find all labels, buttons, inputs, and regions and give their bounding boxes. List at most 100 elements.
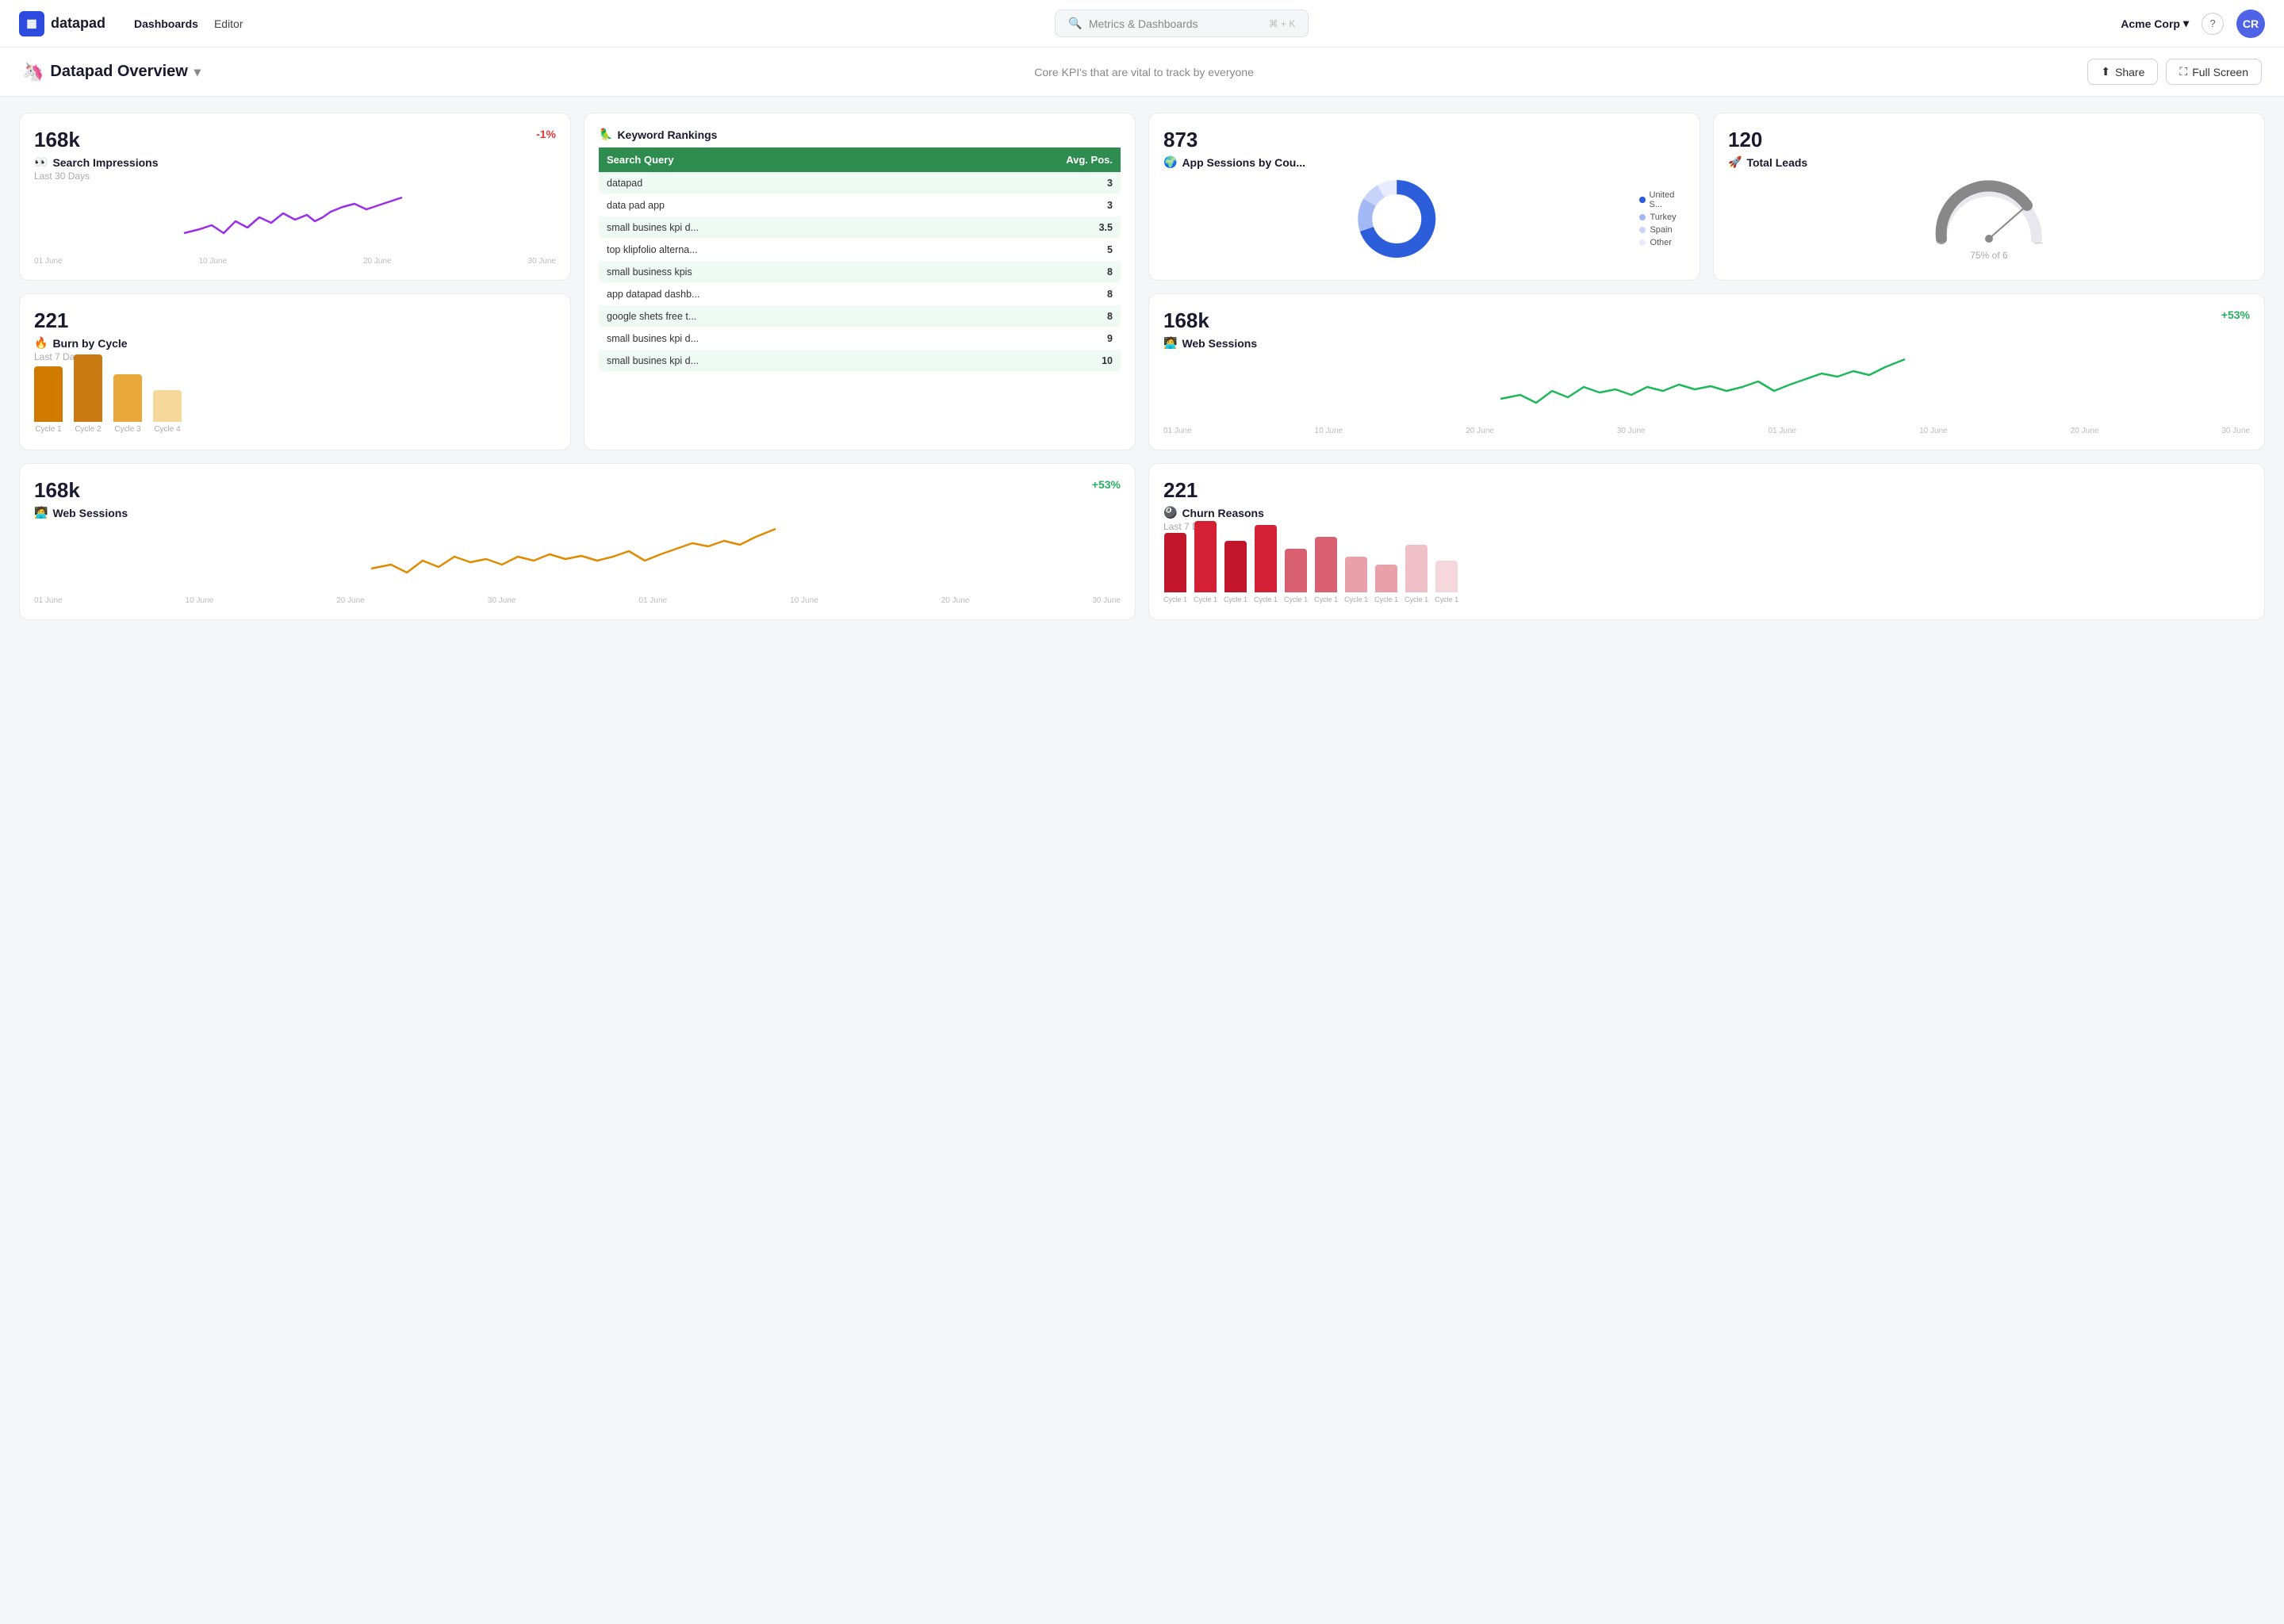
search-impressions-badge: -1% bbox=[536, 128, 556, 140]
legend-item: United S... bbox=[1639, 190, 1685, 209]
bar-label: Cycle 3 bbox=[114, 425, 140, 434]
legend-dot bbox=[1639, 197, 1645, 203]
app-sessions-card: 873 🌍 App Sessions by Cou... United S...… bbox=[1148, 113, 1700, 281]
search-impressions-emoji: 👀 bbox=[34, 155, 48, 169]
axis-label: 10 June bbox=[1919, 427, 1948, 435]
churn-bar bbox=[1164, 533, 1186, 592]
search-container: 🔍 Metrics & Dashboards ⌘ + K bbox=[263, 10, 2102, 37]
gauge-wrap: — — 75% of 6 bbox=[1728, 175, 2250, 261]
avatar[interactable]: CR bbox=[2236, 10, 2265, 38]
kw-pos: 3.5 bbox=[930, 216, 1121, 239]
svg-text:—: — bbox=[1937, 239, 1945, 247]
table-row: small busines kpi d...3.5 bbox=[599, 216, 1121, 239]
bar bbox=[153, 390, 182, 422]
donut-chart-wrap: United S...TurkeySpainOther bbox=[1163, 175, 1685, 262]
app-sessions-emoji: 🌍 bbox=[1163, 155, 1177, 169]
burn-cycle-metric: 221 bbox=[34, 308, 68, 332]
logo-icon: ▦ bbox=[19, 11, 44, 36]
nav-links: Dashboards Editor bbox=[134, 14, 243, 33]
search-impressions-card: 168k -1% 👀 Search Impressions Last 30 Da… bbox=[19, 113, 571, 281]
kw-pos: 10 bbox=[930, 350, 1121, 372]
toolbar: 🦄 Datapad Overview ▾ Core KPI's that are… bbox=[0, 48, 2284, 97]
donut-legend: United S...TurkeySpainOther bbox=[1639, 190, 1685, 247]
dashboard-subtitle: Core KPI's that are vital to track by ev… bbox=[213, 66, 2075, 79]
company-selector[interactable]: Acme Corp ▾ bbox=[2121, 17, 2189, 30]
churn-reasons-chart: Cycle 1Cycle 1Cycle 1Cycle 1Cycle 1Cycle… bbox=[1163, 540, 2250, 603]
legend-item: Other bbox=[1639, 238, 1685, 247]
search-box[interactable]: 🔍 Metrics & Dashboards ⌘ + K bbox=[1055, 10, 1309, 37]
kw-query: top klipfolio alterna... bbox=[599, 239, 930, 261]
kw-query: datapad bbox=[599, 172, 930, 194]
axis-label: 01 June bbox=[1769, 427, 1797, 435]
fullscreen-label: Full Screen bbox=[2192, 66, 2248, 79]
churn-bar bbox=[1315, 537, 1337, 592]
kw-query: app datapad dashb... bbox=[599, 283, 930, 305]
search-placeholder: Metrics & Dashboards bbox=[1089, 17, 1198, 30]
logo-text: datapad bbox=[51, 15, 105, 32]
churn-bar-label: Cycle 1 bbox=[1344, 596, 1368, 603]
churn-reasons-card: 221 🎱 Churn Reasons Last 7 Days Cycle 1C… bbox=[1148, 463, 2265, 620]
legend-dot bbox=[1639, 239, 1646, 246]
kw-query: small busines kpi d... bbox=[599, 216, 930, 239]
web-sessions-top-title-text: Web Sessions bbox=[1182, 337, 1257, 350]
navbar: ▦ datapad Dashboards Editor 🔍 Metrics & … bbox=[0, 0, 2284, 48]
legend-label: Spain bbox=[1650, 225, 1672, 235]
bar bbox=[113, 374, 142, 422]
churn-bar-col: Cycle 1 bbox=[1194, 521, 1217, 603]
table-row: top klipfolio alterna...5 bbox=[599, 239, 1121, 261]
axis-label: 30 June bbox=[1092, 596, 1121, 605]
web-sessions-top-card: 168k +53% 🧑‍💻 Web Sessions 01 June 10 Ju… bbox=[1148, 293, 2265, 450]
share-label: Share bbox=[2115, 66, 2144, 79]
dashboard-grid: 168k -1% 👀 Search Impressions Last 30 Da… bbox=[0, 97, 2284, 636]
kw-pos: 8 bbox=[930, 283, 1121, 305]
kw-pos: 8 bbox=[930, 305, 1121, 327]
churn-bar-label: Cycle 1 bbox=[1163, 596, 1187, 603]
churn-bar-label: Cycle 1 bbox=[1194, 596, 1217, 603]
churn-bar-col: Cycle 1 bbox=[1314, 537, 1338, 603]
table-row: small busines kpi d...10 bbox=[599, 350, 1121, 372]
chevron-icon[interactable]: ▾ bbox=[194, 64, 201, 80]
help-button[interactable]: ? bbox=[2202, 13, 2224, 35]
web-sessions-bottom-title: 🧑‍💻 Web Sessions bbox=[34, 506, 1121, 519]
kw-query: small busines kpi d... bbox=[599, 327, 930, 350]
search-impressions-title-text: Search Impressions bbox=[52, 156, 158, 169]
axis-label: 10 June bbox=[198, 257, 227, 266]
legend-dot bbox=[1639, 214, 1646, 220]
logo[interactable]: ▦ datapad bbox=[19, 11, 105, 36]
share-icon: ⬆ bbox=[2101, 65, 2110, 79]
kw-query: google shets free t... bbox=[599, 305, 930, 327]
churn-bar bbox=[1194, 521, 1217, 592]
axis-label: 10 June bbox=[1315, 427, 1343, 435]
churn-reasons-emoji: 🎱 bbox=[1163, 506, 1177, 519]
churn-bar-label: Cycle 1 bbox=[1435, 596, 1458, 603]
axis-label: 01 June bbox=[1163, 427, 1192, 435]
churn-bar-col: Cycle 1 bbox=[1284, 549, 1308, 603]
nav-dashboards[interactable]: Dashboards bbox=[134, 14, 198, 33]
total-leads-card: 120 🚀 Total Leads — — 75% of 6 bbox=[1713, 113, 2265, 281]
gauge-label: 75% of 6 bbox=[1970, 250, 2007, 261]
axis-label: 01 June bbox=[639, 596, 668, 605]
churn-reasons-title: 🎱 Churn Reasons bbox=[1163, 506, 2250, 519]
burn-cycle-emoji: 🔥 bbox=[34, 336, 48, 350]
churn-bar-label: Cycle 1 bbox=[1254, 596, 1278, 603]
axis-label: 20 June bbox=[363, 257, 392, 266]
bar-col: Cycle 1 bbox=[34, 366, 63, 434]
axis-label: 30 June bbox=[527, 257, 556, 266]
axis-label: 10 June bbox=[186, 596, 214, 605]
kw-query: data pad app bbox=[599, 194, 930, 216]
keyword-rankings-card: 🦜 Keyword Rankings Search Query Avg. Pos… bbox=[584, 113, 1136, 450]
churn-bar-col: Cycle 1 bbox=[1254, 525, 1278, 603]
web-sessions-bottom-card: 168k +53% 🧑‍💻 Web Sessions 01 June 10 Ju… bbox=[19, 463, 1136, 620]
company-name-text: Acme Corp bbox=[2121, 17, 2180, 30]
burn-cycle-title-text: Burn by Cycle bbox=[52, 337, 127, 350]
share-button[interactable]: ⬆ Share bbox=[2087, 59, 2158, 85]
fullscreen-button[interactable]: ⛶ Full Screen bbox=[2166, 59, 2262, 85]
app-sessions-metric: 873 bbox=[1163, 128, 1198, 151]
bar-label: Cycle 1 bbox=[35, 425, 61, 434]
churn-bar bbox=[1224, 541, 1247, 592]
web-sessions-top-metric: 168k bbox=[1163, 308, 1209, 333]
search-impressions-axis: 01 June 10 June 20 June 30 June bbox=[34, 257, 556, 266]
kw-col2-header: Avg. Pos. bbox=[930, 147, 1121, 172]
web-sessions-bottom-badge: +53% bbox=[1092, 478, 1121, 491]
nav-editor[interactable]: Editor bbox=[214, 14, 243, 33]
